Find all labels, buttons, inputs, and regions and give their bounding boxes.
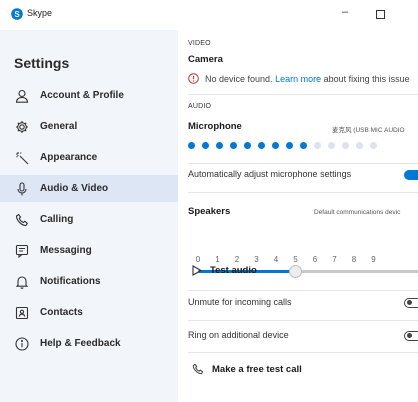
sidebar-item-label: General xyxy=(40,121,78,132)
mic-level-dot xyxy=(356,142,363,149)
minimize-button[interactable]: – xyxy=(342,6,348,18)
mic-level-dot xyxy=(188,142,195,149)
sidebar-item-general[interactable]: General xyxy=(0,113,178,140)
camera-warning: No device found. Learn more about fixing… xyxy=(188,73,410,84)
magic-wand-icon xyxy=(14,150,30,166)
section-divider xyxy=(188,352,418,353)
sidebar-item-label: Notifications xyxy=(40,276,101,287)
sidebar-item-label: Help & Feedback xyxy=(40,338,121,349)
mic-level-dot xyxy=(258,142,265,149)
sidebar-item-contacts[interactable]: Contacts xyxy=(0,299,178,326)
auto-adjust-label: Automatically adjust microphone settings xyxy=(188,169,352,179)
section-divider xyxy=(188,94,418,95)
bell-icon xyxy=(14,274,30,290)
volume-tick: 3 xyxy=(254,255,259,264)
microphone-device-select[interactable]: 麦克风 (USB MIC AUDIO xyxy=(332,124,405,134)
message-icon xyxy=(14,243,30,259)
make-test-call-label: Make a free test call xyxy=(212,363,302,375)
sidebar-item-audio-video[interactable]: Audio & Video xyxy=(0,175,178,202)
speaker-volume-thumb[interactable] xyxy=(289,265,302,278)
section-divider xyxy=(188,163,418,164)
maximize-button[interactable] xyxy=(376,10,385,19)
learn-more-link[interactable]: Learn more xyxy=(275,74,321,84)
sidebar-item-account-profile[interactable]: Account & Profile xyxy=(0,82,178,109)
ring-additional-device-label: Ring on additional device xyxy=(188,330,289,340)
mic-level-dot xyxy=(286,142,293,149)
info-icon xyxy=(14,336,30,352)
gear-icon xyxy=(14,119,30,135)
section-divider xyxy=(188,320,418,321)
mic-level-dot xyxy=(342,142,349,149)
phone-icon xyxy=(192,363,204,375)
mic-level-dot xyxy=(314,142,321,149)
mic-level-dot xyxy=(202,142,209,149)
video-section-header: VIDEO xyxy=(188,40,211,47)
sidebar-item-notifications[interactable]: Notifications xyxy=(0,268,178,295)
section-divider xyxy=(188,290,418,291)
sidebar-item-calling[interactable]: Calling xyxy=(0,206,178,233)
volume-tick: 1 xyxy=(215,255,220,264)
camera-label: Camera xyxy=(188,54,223,65)
test-audio-label: Test audio xyxy=(210,265,257,276)
sidebar-item-label: Appearance xyxy=(40,152,98,163)
sidebar-item-label: Account & Profile xyxy=(40,90,124,101)
camera-warning-suffix: about fixing this issue xyxy=(323,73,410,84)
mic-level-dot xyxy=(300,142,307,149)
volume-tick: 8 xyxy=(351,255,357,264)
volume-tick: 6 xyxy=(312,255,318,264)
phone-icon xyxy=(14,212,30,228)
mic-level-dot xyxy=(328,142,335,149)
audio-section-header: AUDIO xyxy=(188,103,212,110)
sidebar-item-appearance[interactable]: Appearance xyxy=(0,144,178,171)
person-icon xyxy=(14,88,30,104)
volume-tick: 5 xyxy=(293,255,298,264)
microphone-level-meter xyxy=(188,142,384,149)
volume-tick: 2 xyxy=(234,255,240,264)
sidebar-item-help-feedback[interactable]: Help & Feedback xyxy=(0,330,178,357)
play-icon xyxy=(192,265,202,276)
mic-level-dot xyxy=(230,142,237,149)
settings-title: Settings xyxy=(14,55,70,71)
contact-card-icon xyxy=(14,305,30,321)
sidebar-item-label: Messaging xyxy=(40,245,92,256)
sidebar-item-label: Contacts xyxy=(40,307,83,318)
volume-tick: 4 xyxy=(273,255,279,264)
settings-sidebar: Settings Account & Profile General Appea… xyxy=(0,30,178,402)
auto-adjust-toggle[interactable] xyxy=(404,170,418,180)
mic-level-dot xyxy=(272,142,279,149)
mic-level-dot xyxy=(244,142,251,149)
sidebar-item-label: Audio & Video xyxy=(40,183,109,194)
mic-level-dot xyxy=(370,142,377,149)
unmute-incoming-toggle[interactable] xyxy=(404,298,418,308)
section-divider xyxy=(188,192,418,193)
microphone-label: Microphone xyxy=(188,121,242,132)
title-bar: S Skype – xyxy=(0,0,418,30)
skype-logo-icon: S xyxy=(11,8,23,20)
sidebar-item-messaging[interactable]: Messaging xyxy=(0,237,178,264)
volume-tick: 9 xyxy=(371,255,376,264)
mic-level-dot xyxy=(216,142,223,149)
svg-text:S: S xyxy=(14,10,20,19)
speakers-device-select[interactable]: Default communications devic xyxy=(314,209,400,216)
warning-icon xyxy=(188,73,199,84)
window-title: Skype xyxy=(27,8,53,18)
camera-warning-text: No device found. xyxy=(205,73,273,84)
volume-tick: 0 xyxy=(195,255,201,264)
audio-video-settings-panel: VIDEO Camera No device found. Learn more… xyxy=(178,30,418,402)
speakers-label: Speakers xyxy=(188,206,231,217)
microphone-icon xyxy=(14,181,30,197)
sidebar-item-label: Calling xyxy=(40,214,74,225)
unmute-incoming-label: Unmute for incoming calls xyxy=(188,297,292,307)
volume-tick: 7 xyxy=(332,255,337,264)
test-audio-button[interactable]: Test audio xyxy=(192,265,257,276)
make-test-call-button[interactable]: Make a free test call xyxy=(192,363,302,375)
ring-additional-device-toggle[interactable] xyxy=(404,331,418,341)
